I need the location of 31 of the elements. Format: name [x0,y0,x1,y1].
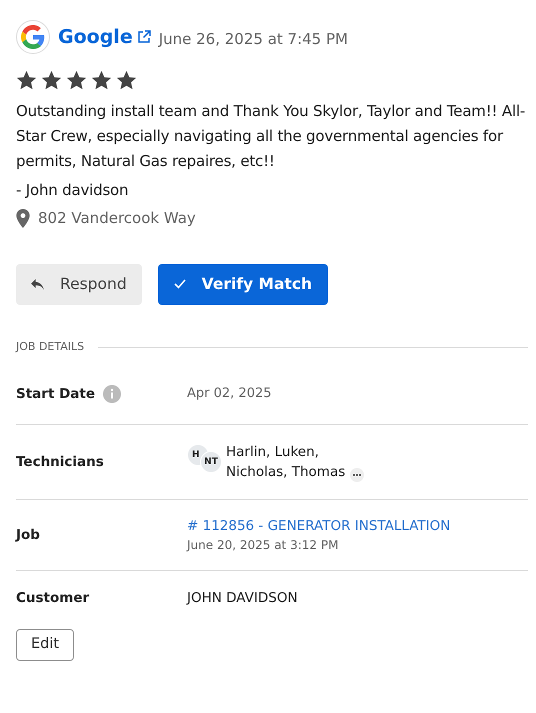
info-icon [103,384,122,403]
field-value: JOHN DAVIDSON [187,590,298,606]
source-link[interactable]: Google [58,22,151,52]
field-label: Technicians [16,453,104,472]
respond-button[interactable]: Respond [16,264,142,305]
section-heading: JOB DETAILS [16,338,84,355]
reply-icon [31,278,44,290]
field-label: Start Date [16,384,96,404]
star-icon [116,70,137,91]
technician-names: Harlin, Luken, Nicholas, Thomas [226,443,346,482]
field-label: Job [16,526,40,546]
review-author: - John davidson [16,180,130,201]
external-link-icon [136,30,151,44]
google-logo-icon [16,20,50,54]
star-icon [16,70,37,91]
avatar: NT [200,451,222,474]
review-text: Outstanding install team and Thank You Skylor, Taylor and Team!! All-Star Crew, especially navigating all the governmental agencies for permits, Natural Gas repaires, etc!! [16,101,526,172]
job-link[interactable]: # 112856 - GENERATOR INSTALLATION [187,516,450,536]
field-value: Apr 02, 2025 [187,386,272,401]
field-label: Customer [16,589,90,608]
star-icon [66,70,87,91]
location-pin-icon [16,208,30,228]
star-icon [41,70,62,91]
edit-button[interactable]: Edit [16,629,74,661]
review-date: June 26, 2025 at 7:45 PM [158,28,348,50]
verify-match-button[interactable]: Verify Match [158,264,328,305]
check-icon [174,279,186,290]
more-icon[interactable] [350,468,364,482]
star-icon [91,70,112,91]
job-date: June 20, 2025 at 3:12 PM [187,537,340,554]
address: 802 Vandercook Way [38,208,196,229]
